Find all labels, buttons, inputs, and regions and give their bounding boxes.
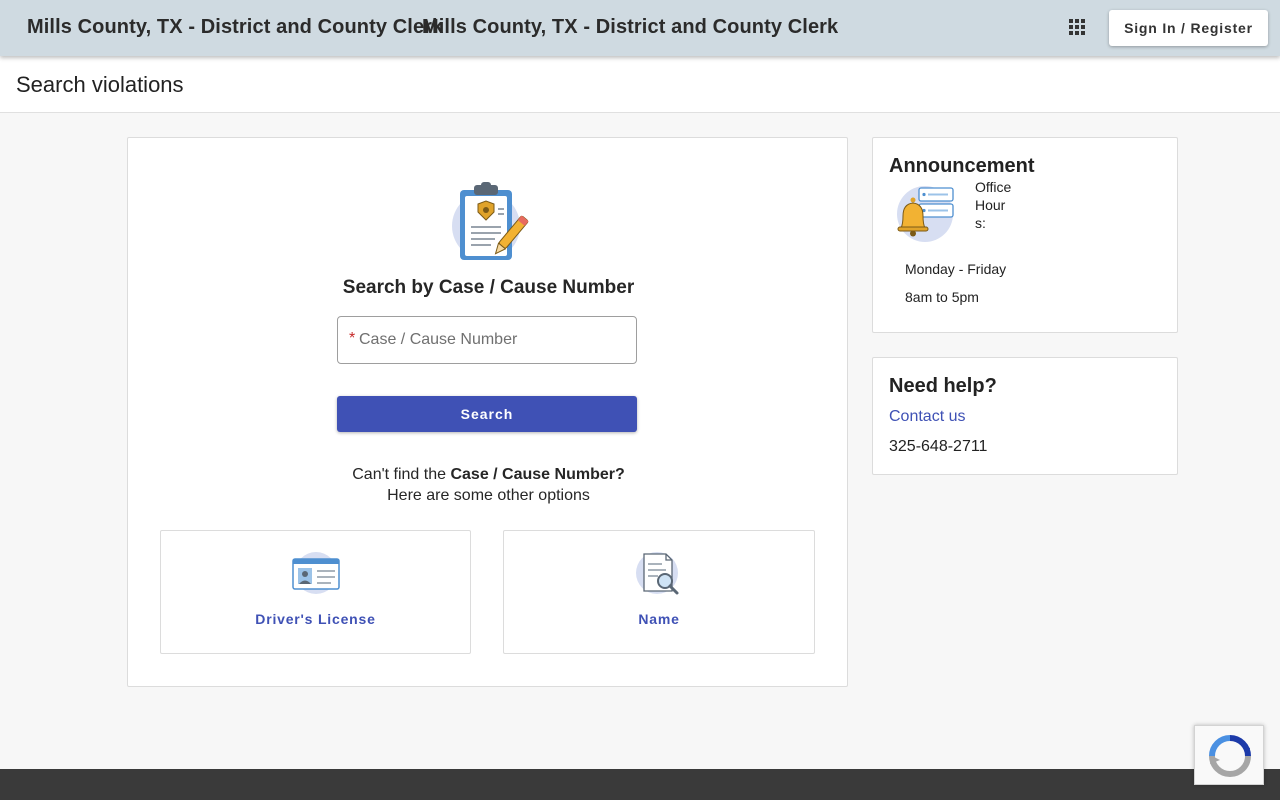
brand-title[interactable]: Mills County, TX - District and County C…: [27, 16, 443, 39]
case-number-field[interactable]: *: [337, 316, 637, 364]
announcement-card: Announcement Office Hours: Monday - Frid…: [872, 137, 1178, 333]
office-days: Monday - Friday: [905, 261, 1007, 277]
case-number-input[interactable]: [359, 317, 629, 363]
other-options-caption: Here are some other options: [387, 487, 590, 504]
drivers-license-option[interactable]: Driver's License: [160, 530, 471, 654]
top-app-bar: Mills County, TX - District and County C…: [0, 0, 1280, 56]
document-search-icon: [636, 552, 679, 595]
name-option[interactable]: Name: [503, 530, 815, 654]
phone-number: 325-648-2711: [889, 438, 988, 455]
recaptcha-badge[interactable]: [1194, 725, 1264, 785]
clipboard-badge-icon: [452, 182, 529, 260]
office-hours-label: Office Hours:: [975, 179, 1012, 231]
help-card: Need help? Contact us 325-648-2711: [872, 357, 1178, 475]
name-label: Name: [638, 611, 680, 627]
drivers-license-label: Driver's License: [255, 611, 376, 627]
search-button[interactable]: Search: [337, 396, 637, 432]
help-title: Need help?: [889, 375, 997, 397]
required-marker: *: [349, 330, 356, 347]
sign-in-register-button[interactable]: Sign In / Register: [1109, 10, 1268, 46]
id-card-icon: [291, 552, 340, 594]
other-options-text: Can't find the Case / Cause Number? Here…: [128, 464, 849, 506]
contact-us-link[interactable]: Contact us: [889, 408, 965, 426]
announcement-title: Announcement: [889, 155, 1035, 177]
bell-notification-icon: [897, 186, 954, 242]
apps-grid-icon: [1069, 19, 1085, 35]
footer-bar: [0, 769, 1280, 800]
page-header: Search violations: [0, 56, 1280, 113]
recaptcha-icon: [1209, 735, 1251, 777]
cant-find-prefix: Can't find the: [352, 466, 451, 483]
search-title: Search by Case / Cause Number: [342, 277, 635, 298]
search-card: Search by Case / Cause Number * Search C…: [127, 137, 848, 687]
cant-find-bold: Case / Cause Number?: [450, 466, 625, 483]
office-times: 8am to 5pm: [905, 289, 979, 305]
brand-subtitle: Mills County, TX - District and County C…: [422, 16, 839, 38]
page-title: Search violations: [16, 72, 184, 97]
apps-grid-button[interactable]: [1064, 14, 1090, 42]
